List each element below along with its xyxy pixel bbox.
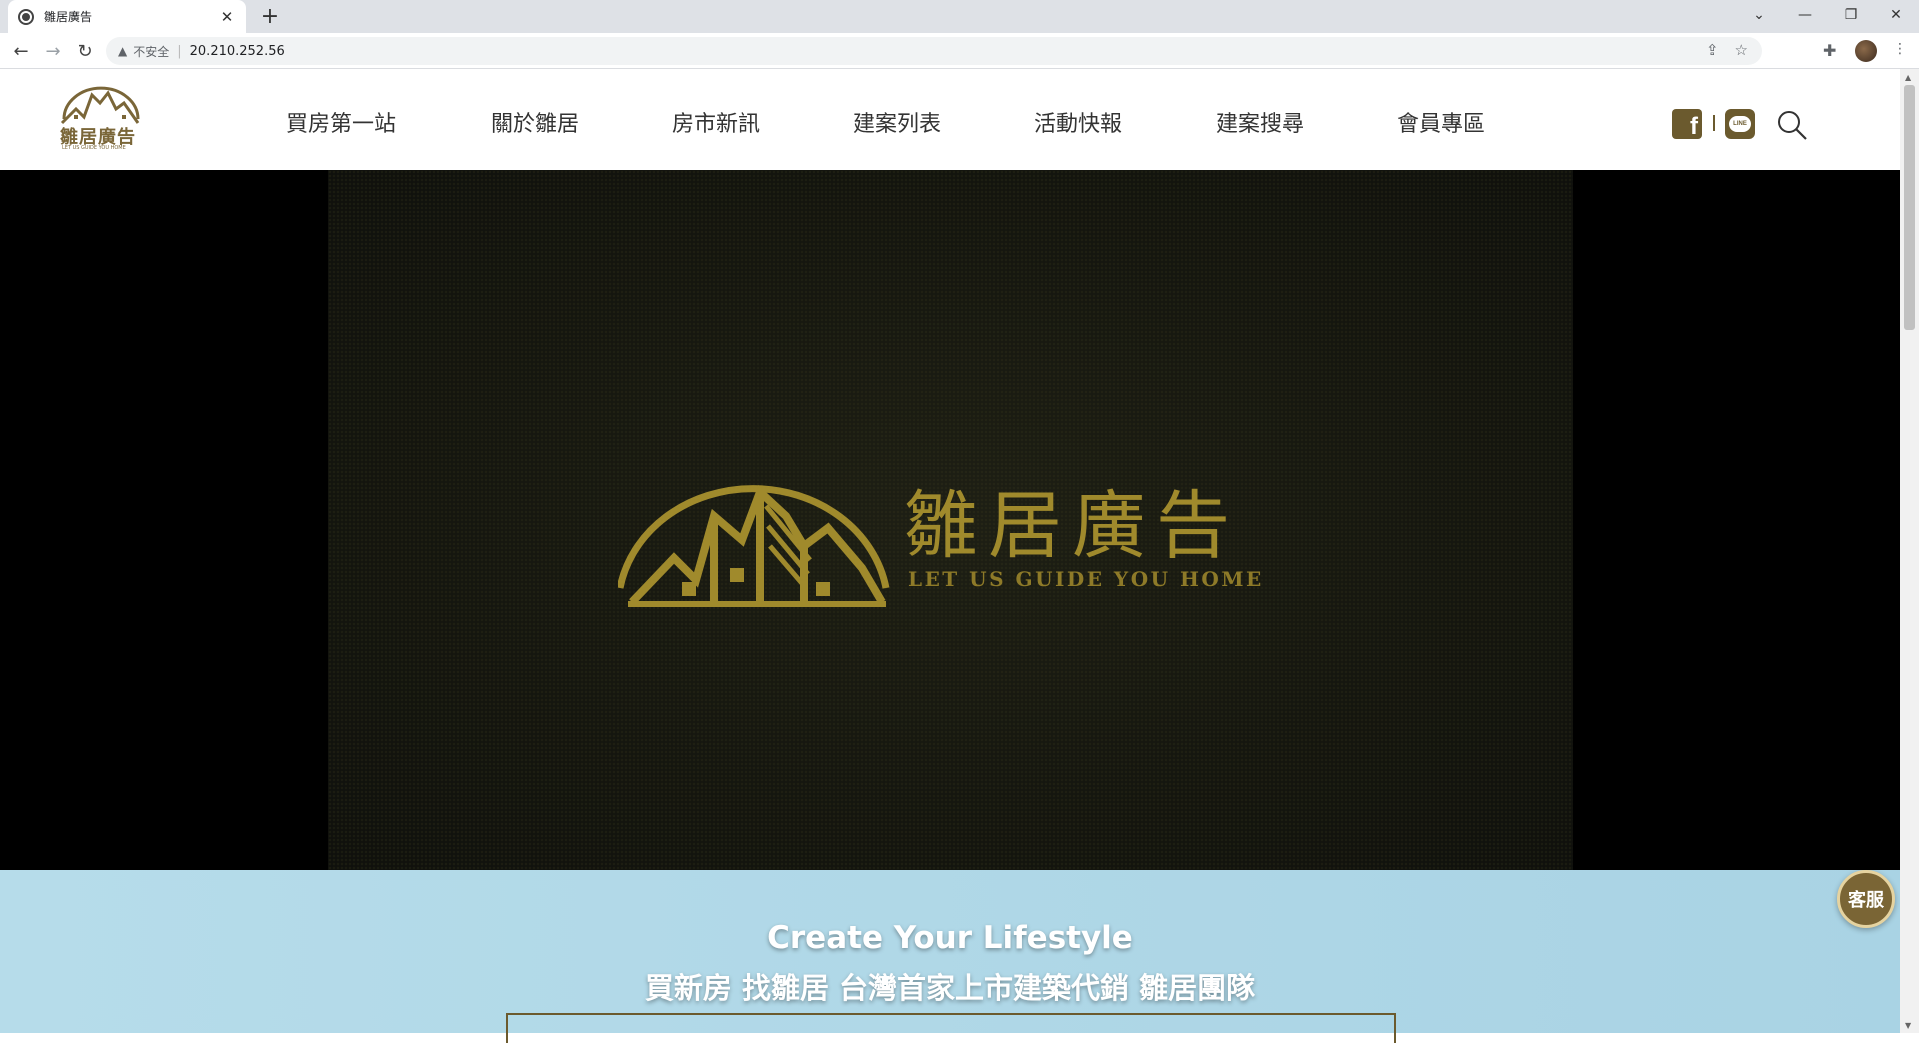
- intro-band: Create Your Lifestyle 買新房 找雛居 台灣首家上市建築代銷…: [0, 870, 1900, 1043]
- browser-tab[interactable]: 雛居廣告 ✕: [8, 0, 246, 33]
- hero-banner: 雛居廣告 LET US GUIDE YOU HOME: [0, 170, 1900, 870]
- extensions-icon[interactable]: ✚: [1823, 41, 1836, 60]
- hero-tagline: LET US GUIDE YOU HOME: [908, 567, 1264, 591]
- minimize-button[interactable]: —: [1782, 0, 1828, 30]
- customer-service-button[interactable]: 客服: [1837, 870, 1895, 928]
- profile-avatar[interactable]: [1855, 40, 1877, 62]
- logo-tagline: LET US GUIDE YOU HOME: [62, 145, 126, 151]
- omnibox-divider: |: [177, 43, 182, 59]
- restore-button[interactable]: ❐: [1828, 0, 1874, 30]
- security-label[interactable]: 不安全: [133, 43, 169, 60]
- nav-item-buy-first[interactable]: 買房第一站: [286, 106, 396, 138]
- scrollbar-thumb[interactable]: [1904, 85, 1915, 330]
- nav-item-events[interactable]: 活動快報: [1034, 106, 1122, 138]
- globe-icon: [18, 8, 34, 25]
- address-bar[interactable]: ▲ 不安全 | 20.210.252.56 ⇪ ☆: [106, 37, 1762, 65]
- scroll-up-icon[interactable]: ▲: [1905, 73, 1911, 82]
- page-scrollbar[interactable]: ▲ ▼: [1900, 69, 1919, 1033]
- scroll-down-icon[interactable]: ▼: [1905, 1021, 1911, 1030]
- intro-subtitle: 買新房 找雛居 台灣首家上市建築代銷 雛居團隊: [644, 971, 1256, 1005]
- browser-tabbar: 雛居廣告 ✕ + ⌄ — ❐ ✕: [0, 0, 1919, 33]
- share-icon[interactable]: ⇪: [1706, 41, 1719, 59]
- line-icon-label: LINE: [1729, 116, 1751, 132]
- tab-search-button[interactable]: ⌄: [1736, 0, 1782, 30]
- browser-toolbar: ← → ↻ ▲ 不安全 | 20.210.252.56 ⇪ ☆ ✚ ⋮: [0, 33, 1919, 69]
- nav-item-news[interactable]: 房市新訊: [672, 106, 760, 138]
- nav-item-project-search[interactable]: 建案搜尋: [1216, 106, 1304, 138]
- icon-divider: [1713, 115, 1715, 131]
- search-panel: [506, 1013, 1396, 1043]
- facebook-icon[interactable]: f: [1672, 109, 1702, 139]
- house-logo-icon: [60, 86, 140, 125]
- warning-icon: ▲: [118, 44, 128, 58]
- line-icon[interactable]: LINE: [1725, 109, 1755, 139]
- close-window-button[interactable]: ✕: [1873, 0, 1919, 30]
- bookmark-star-icon[interactable]: ☆: [1735, 41, 1748, 59]
- search-icon[interactable]: [1776, 109, 1808, 141]
- url-text[interactable]: 20.210.252.56: [190, 44, 285, 59]
- site-logo[interactable]: 雛居廣告 LET US GUIDE YOU HOME: [58, 85, 144, 155]
- back-icon[interactable]: ←: [8, 38, 34, 64]
- nav-item-projects[interactable]: 建案列表: [853, 106, 941, 138]
- nav-item-members[interactable]: 會員專區: [1397, 106, 1485, 138]
- tab-close-button[interactable]: ✕: [218, 8, 236, 26]
- reload-icon[interactable]: ↻: [72, 38, 98, 64]
- hero-brand-name: 雛居廣告: [904, 483, 1240, 569]
- forward-icon[interactable]: →: [40, 38, 66, 64]
- new-tab-button[interactable]: +: [258, 4, 282, 29]
- intro-title: Create Your Lifestyle: [767, 920, 1133, 956]
- tab-title: 雛居廣告: [44, 10, 93, 24]
- site-header: 雛居廣告 LET US GUIDE YOU HOME 買房第一站 關於雛居 房市…: [0, 69, 1900, 170]
- nav-item-about[interactable]: 關於雛居: [491, 106, 579, 138]
- kebab-menu-icon[interactable]: ⋮: [1893, 41, 1907, 57]
